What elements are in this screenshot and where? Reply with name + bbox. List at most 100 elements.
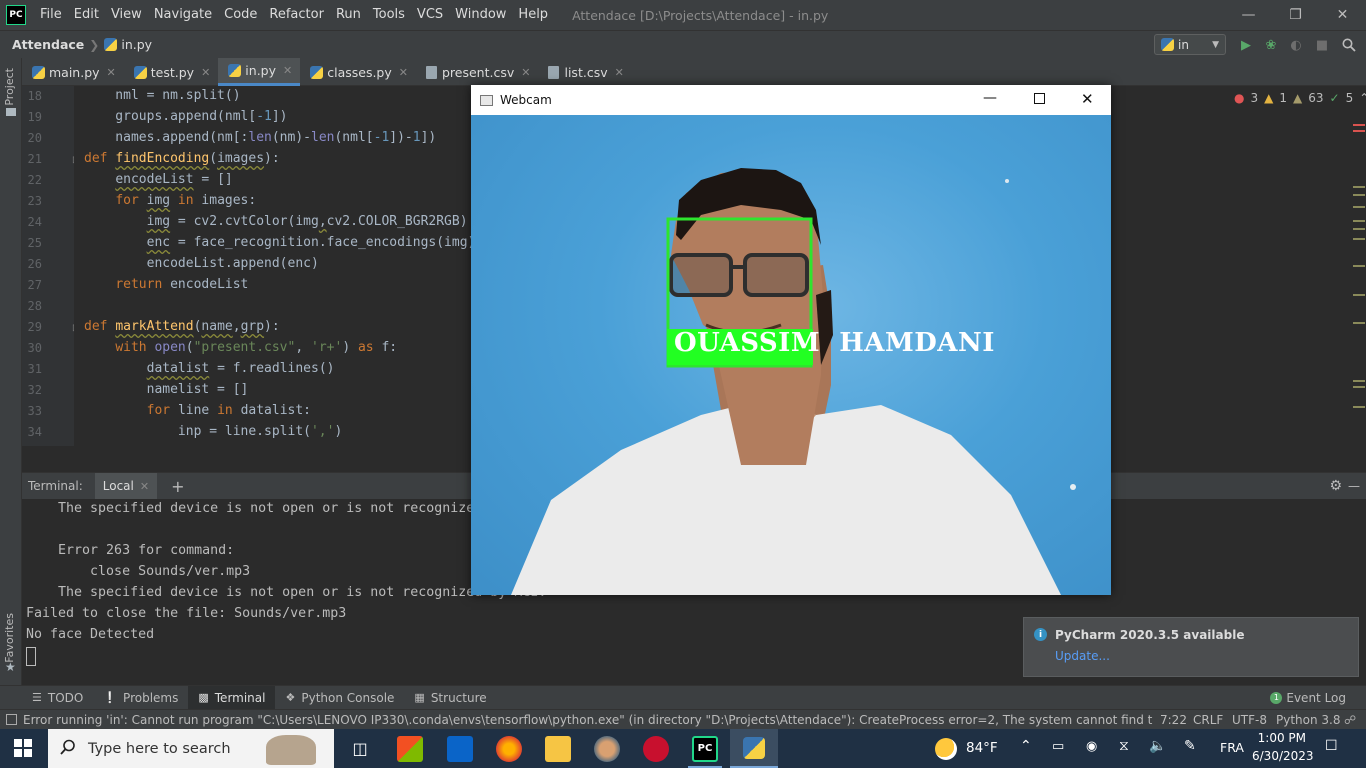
webcam-titlebar[interactable]: Webcam — ✕ — [471, 85, 1111, 115]
close-tab-icon[interactable]: ✕ — [107, 66, 116, 79]
tab-present-csv[interactable]: present.csv ✕ — [416, 58, 539, 86]
close-tab-icon[interactable]: ✕ — [521, 66, 530, 79]
menu-view[interactable]: View — [105, 0, 148, 30]
gear-icon[interactable]: ⚙ — [1329, 478, 1342, 494]
menu-vcs[interactable]: VCS — [411, 0, 449, 30]
tool-problems[interactable]: ❕ Problems — [93, 686, 188, 710]
windows-start-icon[interactable] — [14, 739, 32, 760]
menu-tools[interactable]: Tools — [367, 0, 411, 30]
input-language[interactable]: FRA — [1220, 740, 1244, 755]
wifi-icon[interactable]: ⧖ — [1119, 738, 1129, 754]
favorites-tool-window-label[interactable]: Favorites — [3, 613, 16, 663]
tab-classes-py[interactable]: classes.py ✕ — [300, 58, 416, 86]
line-separator[interactable]: CRLF — [1193, 713, 1223, 727]
new-terminal-button[interactable]: + — [171, 477, 184, 496]
warning-marker[interactable] — [1353, 186, 1365, 188]
close-tab-icon[interactable]: ✕ — [399, 66, 408, 79]
close-tab-icon[interactable]: ✕ — [615, 66, 624, 79]
menu-navigate[interactable]: Navigate — [148, 0, 218, 30]
run-icon[interactable]: ▶ — [1237, 36, 1255, 54]
warning-marker[interactable] — [1353, 238, 1365, 240]
close-icon[interactable]: ✕ — [1081, 90, 1094, 108]
warning-marker[interactable] — [1353, 380, 1365, 382]
tool-terminal[interactable]: ▩ Terminal — [188, 685, 276, 710]
tool-todo[interactable]: ☰ TODO — [22, 686, 93, 710]
menu-run[interactable]: Run — [330, 0, 367, 30]
warning-marker[interactable] — [1353, 228, 1365, 230]
tab-main-py[interactable]: main.py ✕ — [22, 58, 124, 86]
menu-file[interactable]: File — [34, 0, 68, 30]
caret-position[interactable]: 7:22 — [1160, 713, 1187, 727]
project-tool-window-label[interactable]: Project — [3, 68, 16, 106]
close-tab-icon[interactable]: ✕ — [201, 66, 210, 79]
hide-icon[interactable]: — — [1348, 479, 1360, 493]
update-notification[interactable]: i PyCharm 2020.3.5 available Update... — [1023, 617, 1359, 677]
update-link[interactable]: Update... — [1055, 649, 1110, 663]
tab-list-csv[interactable]: list.csv ✕ — [538, 58, 631, 86]
volume-icon[interactable]: 🔈 — [1149, 738, 1166, 754]
meet-now-icon[interactable]: ◉ — [1086, 739, 1097, 754]
taskbar-search[interactable]: Type here to search — [48, 729, 334, 768]
file-encoding[interactable]: UTF-8 — [1232, 713, 1267, 727]
clock-time[interactable]: 1:00 PM — [1256, 731, 1306, 745]
debug-icon[interactable]: ❀ — [1262, 36, 1280, 54]
breadcrumb-file[interactable]: in.py — [121, 37, 152, 52]
inspections-widget[interactable]: ●3 ▲1 ▲63 ✓5 ⌃ ⌄ — [1200, 86, 1366, 110]
battery-icon[interactable]: ▭ — [1052, 739, 1064, 754]
warning-marker[interactable] — [1353, 406, 1365, 408]
warning-marker[interactable] — [1353, 265, 1365, 267]
notification-center-icon[interactable]: ☐ — [1325, 738, 1338, 754]
chevron-up-icon[interactable]: ⌃ — [1359, 91, 1366, 105]
warning-marker[interactable] — [1353, 206, 1365, 208]
event-log-button[interactable]: 1 Event Log — [1260, 686, 1356, 710]
pycharm-icon[interactable]: PC — [692, 736, 718, 762]
python-taskbar-item[interactable] — [730, 729, 778, 768]
webcam-window[interactable]: Webcam — ✕ OUASSIM HAMDANI — [471, 85, 1111, 595]
tab-in-py[interactable]: in.py ✕ — [218, 58, 301, 86]
minimize-icon[interactable]: — — [1225, 0, 1272, 30]
weather-temperature[interactable]: 84°F — [966, 740, 998, 756]
weather-icon[interactable] — [935, 738, 957, 760]
tab-test-py[interactable]: test.py ✕ — [124, 58, 219, 86]
close-icon[interactable]: ✕ — [1319, 0, 1366, 30]
run-configuration-select[interactable]: in ▼ — [1154, 34, 1226, 55]
error-marker[interactable] — [1353, 124, 1365, 126]
tool-structure[interactable]: ▦ Structure — [404, 686, 496, 710]
tool-python-console[interactable]: ❖ Python Console — [275, 686, 404, 710]
breadcrumb-project[interactable]: Attendace — [12, 37, 84, 52]
maximize-icon[interactable] — [1034, 93, 1045, 104]
warning-marker[interactable] — [1353, 294, 1365, 296]
photos-icon[interactable] — [594, 736, 620, 762]
close-tab-icon[interactable]: ✕ — [283, 64, 292, 77]
menu-window[interactable]: Window — [449, 0, 512, 30]
chevron-up-icon[interactable]: ⌃ — [1020, 738, 1032, 754]
search-icon[interactable] — [1340, 36, 1358, 54]
media-player-icon[interactable] — [643, 736, 669, 762]
error-marker[interactable] — [1353, 130, 1365, 132]
minimize-icon[interactable]: — — [983, 90, 997, 106]
python-interpreter[interactable]: Python 3.8 — [1276, 713, 1341, 727]
task-view-icon[interactable]: ◫ — [347, 736, 373, 762]
stop-icon[interactable]: ■ — [1313, 36, 1331, 54]
store-icon[interactable] — [397, 736, 423, 762]
menu-edit[interactable]: Edit — [68, 0, 105, 30]
menu-code[interactable]: Code — [218, 0, 263, 30]
warning-marker[interactable] — [1353, 194, 1365, 196]
lock-icon[interactable]: ☍ — [1344, 713, 1356, 727]
status-frame-icon[interactable] — [6, 714, 17, 725]
warning-marker[interactable] — [1353, 386, 1365, 388]
mail-icon[interactable] — [447, 736, 473, 762]
terminal-tab-local[interactable]: Local ✕ — [94, 472, 158, 500]
file-explorer-icon[interactable] — [545, 736, 571, 762]
pen-icon[interactable]: ✎ — [1184, 738, 1196, 754]
error-stripe[interactable] — [1352, 110, 1366, 446]
warning-marker[interactable] — [1353, 220, 1365, 222]
menu-refactor[interactable]: Refactor — [263, 0, 330, 30]
firefox-icon[interactable] — [496, 736, 522, 762]
menu-help[interactable]: Help — [512, 0, 554, 30]
coverage-icon[interactable]: ◐ — [1287, 36, 1305, 54]
restore-icon[interactable]: ❐ — [1272, 0, 1319, 30]
close-tab-icon[interactable]: ✕ — [140, 480, 149, 493]
warning-marker[interactable] — [1353, 322, 1365, 324]
clock-date[interactable]: 6/30/2023 — [1252, 749, 1314, 763]
